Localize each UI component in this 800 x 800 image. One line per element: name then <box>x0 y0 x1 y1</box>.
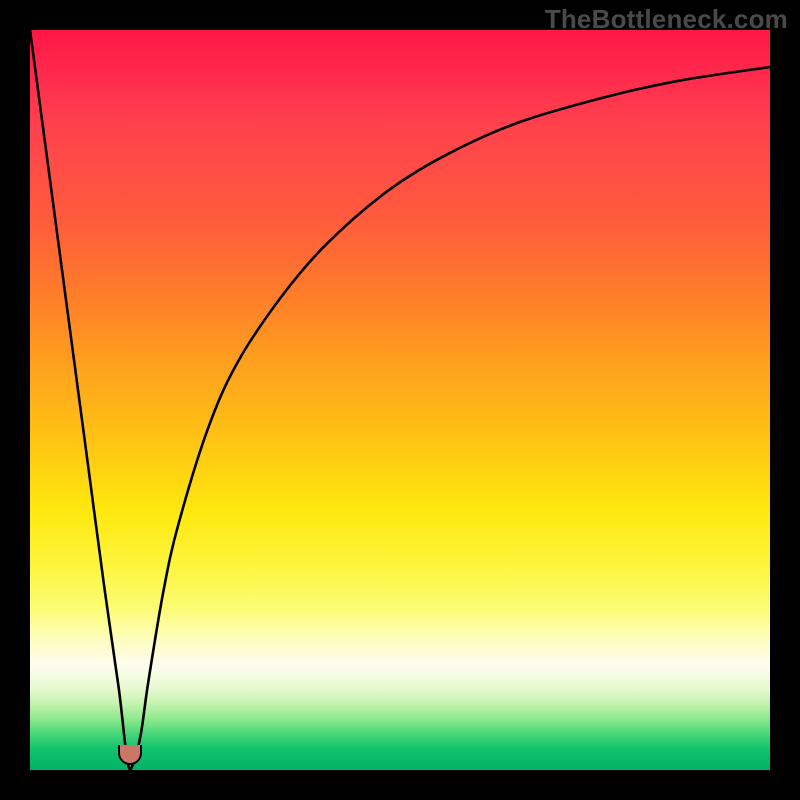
plot-area <box>30 30 770 770</box>
chart-frame: TheBottleneck.com <box>0 0 800 800</box>
bottleneck-curve <box>30 30 770 770</box>
watermark-text: TheBottleneck.com <box>545 4 788 35</box>
minimum-marker <box>118 745 142 765</box>
